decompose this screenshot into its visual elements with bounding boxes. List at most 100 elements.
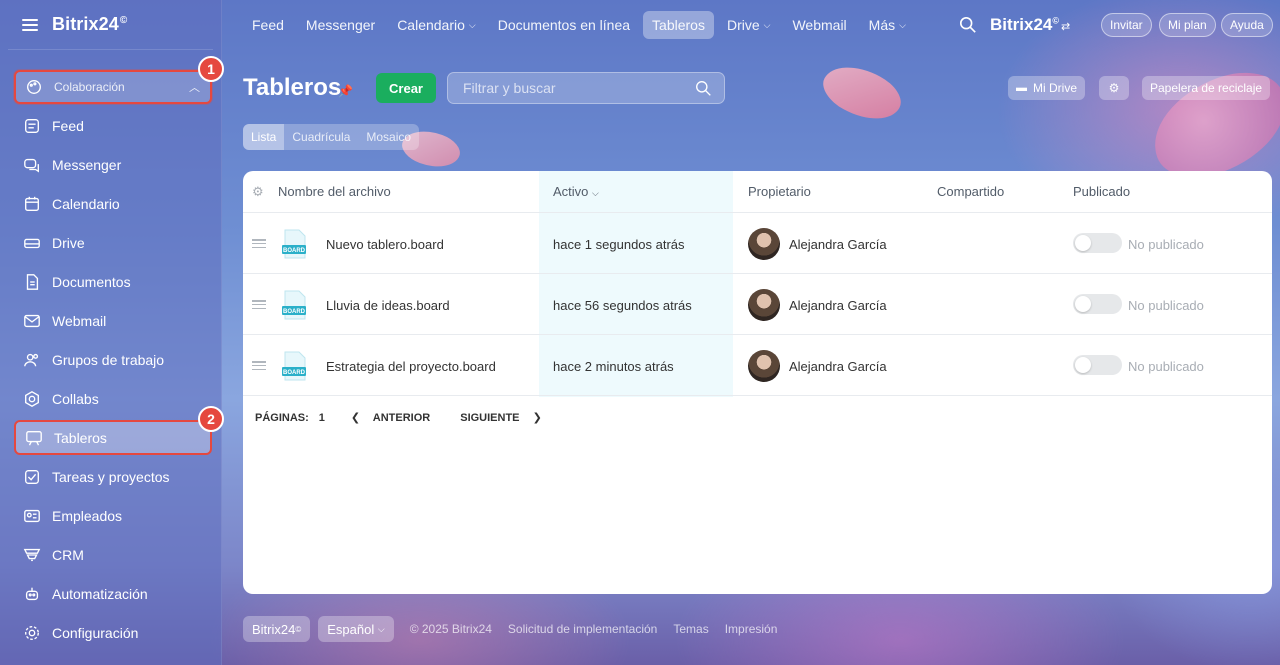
create-button[interactable]: Crear [376, 73, 436, 103]
tab-lista[interactable]: Lista [243, 124, 285, 150]
nav-feed[interactable]: Feed [252, 17, 284, 33]
sidebar-item-grupos-de-trabajo[interactable]: Grupos de trabajo [14, 342, 212, 377]
search-icon[interactable] [959, 16, 977, 34]
search-icon[interactable] [695, 80, 712, 97]
publish-toggle[interactable] [1073, 355, 1122, 375]
help-button[interactable]: Ayuda [1221, 13, 1273, 37]
column-header-shared[interactable]: Compartido [937, 184, 1004, 199]
sidebar-menu: Colaboración ︿ Feed Messenger Calendario… [14, 70, 212, 654]
nav-messenger[interactable]: Messenger [306, 17, 375, 33]
chevron-down-icon: ⌵ [763, 19, 771, 30]
previous-page-button[interactable]: ❮ ANTERIOR [351, 411, 440, 424]
chevron-down-icon: ⌵ [899, 19, 906, 30]
collabs-icon [22, 389, 42, 409]
drive-icon: ▬ [1016, 82, 1027, 94]
sidebar-item-tareas-y-proyectos[interactable]: Tareas y proyectos [14, 459, 212, 494]
page-title: Tableros [243, 74, 342, 101]
sidebar-item-calendario[interactable]: Calendario [14, 186, 212, 221]
chevron-up-icon: ︿ [189, 82, 200, 94]
footer-link-implementation[interactable]: Solicitud de implementación [508, 622, 657, 636]
table-row[interactable]: BOARD Lluvia de ideas.board hace 56 segu… [243, 274, 1272, 335]
my-drive-label: Mi Drive [1033, 81, 1077, 95]
sidebar-item-webmail[interactable]: Webmail [14, 303, 212, 338]
next-page-button[interactable]: SIGUIENTE ❯ [460, 411, 552, 424]
sidebar-item-label: Calendario [52, 195, 120, 212]
sidebar-item-tableros[interactable]: Tableros [14, 420, 212, 455]
tab-mosaico[interactable]: Mosaico [358, 124, 419, 150]
palette-icon [24, 77, 44, 97]
view-mode-tabs: Lista Cuadrícula Mosaico [243, 124, 420, 150]
file-active-time: hace 2 minutos atrás [553, 359, 674, 374]
chevron-down-icon: ⌵ [377, 623, 385, 634]
switch-icon: ⇄ [1061, 21, 1071, 33]
file-name-link[interactable]: Lluvia de ideas.board [326, 298, 450, 313]
sidebar-item-label: Configuración [52, 624, 139, 641]
sidebar-item-label: Collabs [52, 390, 99, 407]
app-logo[interactable]: Bitrix24© [52, 14, 127, 35]
owner-name[interactable]: Alejandra García [789, 359, 887, 374]
owner-name[interactable]: Alejandra García [789, 237, 887, 252]
drag-handle-icon[interactable] [252, 361, 266, 370]
file-name-link[interactable]: Estrategia del proyecto.board [326, 359, 496, 374]
sidebar-item-configuracion[interactable]: Configuración [14, 615, 212, 650]
drive-icon [22, 233, 42, 253]
language-selector[interactable]: Español ⌵ [318, 616, 394, 642]
sidebar-item-collabs[interactable]: Collabs [14, 381, 212, 416]
column-header-published[interactable]: Publicado [1073, 184, 1130, 199]
sidebar-item-label: Feed [52, 117, 84, 134]
avatar[interactable] [748, 350, 780, 382]
sidebar-item-automatizacion[interactable]: Automatización [14, 576, 212, 611]
invite-button[interactable]: Invitar [1101, 13, 1152, 37]
my-plan-button[interactable]: Mi plan [1159, 13, 1216, 37]
pagination: PÁGINAS: 1 ❮ ANTERIOR SIGUIENTE ❯ [255, 411, 562, 425]
owner-name[interactable]: Alejandra García [789, 298, 887, 313]
column-header-name[interactable]: Nombre del archivo [278, 184, 391, 199]
column-header-owner[interactable]: Propietario [748, 184, 811, 199]
table-row[interactable]: BOARD Nuevo tablero.board hace 1 segundo… [243, 213, 1272, 274]
drag-handle-icon[interactable] [252, 300, 266, 309]
footer-link-themes[interactable]: Temas [673, 622, 708, 636]
file-name-link[interactable]: Nuevo tablero.board [326, 237, 444, 252]
sidebar-item-label: Empleados [52, 507, 123, 524]
recycle-bin-button[interactable]: Papelera de reciclaje [1142, 76, 1271, 100]
search-input[interactable] [448, 73, 678, 103]
header-logo[interactable]: Bitrix24©⇄ [990, 15, 1070, 35]
chevron-down-icon: ⌵ [592, 188, 599, 198]
settings-button[interactable]: ⚙ [1099, 76, 1129, 100]
avatar[interactable] [748, 289, 780, 321]
tab-cuadricula[interactable]: Cuadrícula [284, 124, 358, 150]
sidebar-item-crm[interactable]: CRM [14, 537, 212, 572]
sidebar-item-empleados[interactable]: Empleados [14, 498, 212, 533]
publish-toggle[interactable] [1073, 294, 1122, 314]
nav-label: Más [868, 17, 896, 33]
my-drive-button[interactable]: ▬ Mi Drive [1008, 76, 1085, 100]
chevron-left-icon: ❮ [350, 412, 361, 424]
table-row[interactable]: BOARD Estrategia del proyecto.board hace… [243, 335, 1272, 396]
nav-webmail[interactable]: Webmail [792, 17, 846, 33]
sidebar-item-messenger[interactable]: Messenger [14, 147, 212, 182]
hamburger-menu-icon[interactable] [22, 18, 38, 31]
pin-icon[interactable]: 📌 [338, 84, 353, 98]
nav-drive[interactable]: Drive ⌵ [727, 17, 771, 33]
nav-documentos-en-linea[interactable]: Documentos en línea [498, 17, 630, 33]
column-header-active[interactable]: Activo ⌵ [553, 184, 599, 199]
gear-icon[interactable]: ⚙ [252, 184, 264, 200]
nav-label: Calendario [397, 17, 465, 33]
nav-calendario[interactable]: Calendario ⌵ [397, 17, 476, 33]
publish-toggle[interactable] [1073, 233, 1122, 253]
nav-tableros[interactable]: Tableros [643, 11, 714, 39]
sidebar-item-label: Grupos de trabajo [52, 351, 165, 368]
sidebar-group-colaboracion[interactable]: Colaboración ︿ [14, 70, 212, 104]
nav-mas[interactable]: Más ⌵ [869, 17, 906, 33]
sidebar-item-label: CRM [52, 546, 84, 563]
annotation-badge-1: 1 [198, 56, 224, 82]
sidebar-item-drive[interactable]: Drive [14, 225, 212, 260]
drag-handle-icon[interactable] [252, 239, 266, 248]
messenger-icon [22, 155, 42, 175]
avatar[interactable] [748, 228, 780, 260]
footer-logo[interactable]: Bitrix24 © [243, 616, 311, 642]
sidebar-item-feed[interactable]: Feed [14, 108, 212, 143]
tasks-icon [22, 467, 42, 487]
sidebar-item-documentos[interactable]: Documentos [14, 264, 212, 299]
footer-link-imprint[interactable]: Impresión [725, 622, 778, 636]
